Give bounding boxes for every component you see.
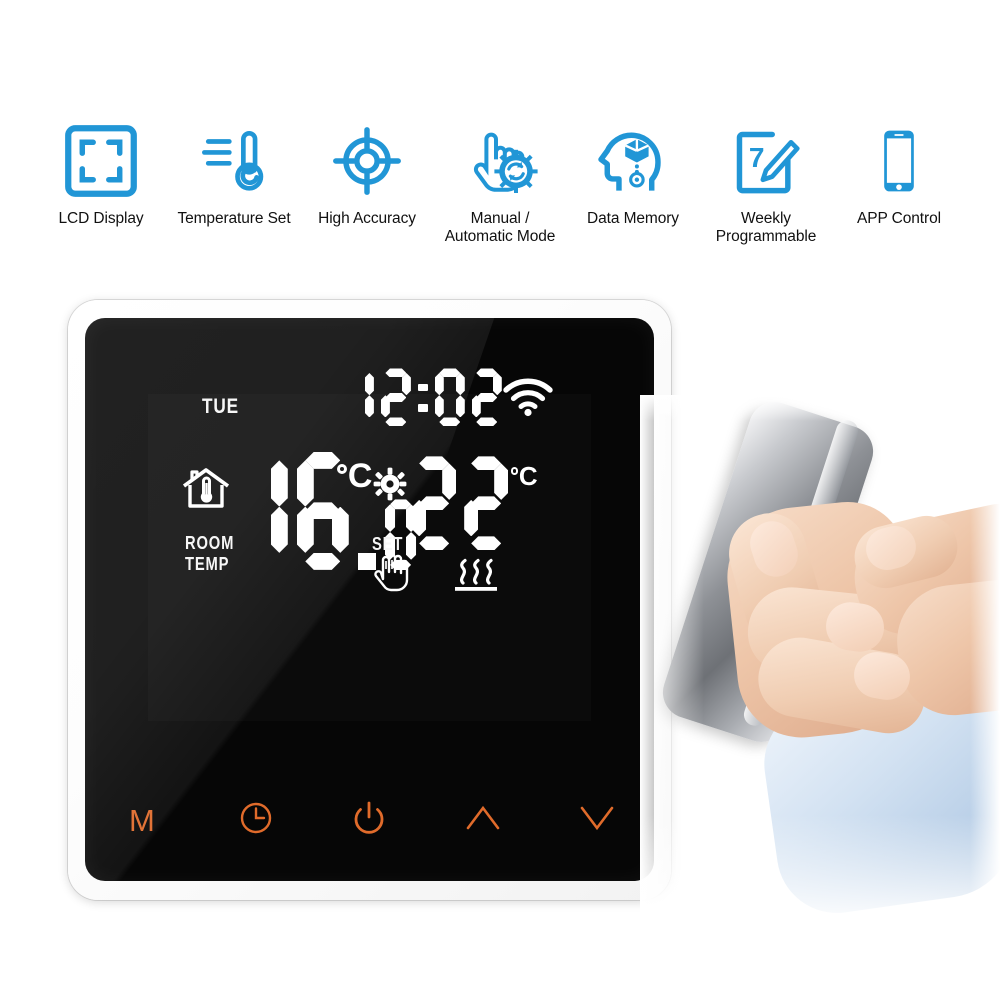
lcd-digit — [472, 368, 502, 426]
up-button[interactable] — [426, 784, 540, 857]
product-image: LCD Display Temperature Set High Accurac… — [0, 0, 1000, 1000]
smartphone-icon — [860, 118, 938, 204]
house-thermometer-icon — [181, 465, 231, 516]
clock-button[interactable] — [199, 784, 313, 857]
hand-holding-phone-photo — [640, 395, 1000, 925]
hand-gear-icon — [460, 118, 540, 204]
feature-lcd-display: LCD Display — [35, 118, 168, 228]
lcd-set-label: SET — [372, 534, 404, 555]
lcd-digit — [344, 368, 374, 426]
lcd-screen: TUE 12:02 — [85, 318, 654, 757]
down-button[interactable] — [540, 784, 654, 857]
manual-hand-icon — [373, 553, 409, 598]
feature-data-memory: Data Memory — [567, 118, 700, 228]
lcd-colon — [417, 368, 428, 426]
chevron-up-icon — [463, 803, 503, 838]
lcd-digit — [381, 368, 411, 426]
thermostat-glass-panel: TUE 12:02 — [85, 318, 654, 881]
feature-label: LCD Display — [58, 210, 144, 227]
feature-app-control: APP Control — [833, 118, 966, 228]
lcd-digit — [464, 456, 508, 550]
lcd-digit — [236, 452, 288, 570]
feature-label: Weekly Programmable — [715, 210, 817, 245]
power-button[interactable] — [313, 784, 427, 857]
lcd-clock — [344, 368, 502, 426]
thermometer-icon — [195, 118, 273, 204]
chevron-down-icon — [577, 803, 617, 838]
feature-label: APP Control — [857, 210, 941, 227]
feature-temperature-set: Temperature Set — [168, 118, 301, 228]
feature-label: Temperature Set — [177, 210, 291, 227]
feature-label: Manual / Automatic Mode — [444, 210, 556, 245]
head-memory-icon — [594, 118, 672, 204]
wifi-icon — [503, 377, 553, 422]
feature-label: High Accuracy — [318, 210, 416, 227]
lcd-set-temp-unit: C — [510, 463, 538, 489]
power-icon — [352, 800, 386, 841]
feature-high-accuracy: High Accuracy — [301, 118, 434, 228]
touch-button-row: M — [85, 784, 654, 857]
mode-button[interactable]: M — [85, 784, 199, 857]
lcd-set-temperature — [412, 456, 508, 550]
lcd-display-icon — [62, 118, 140, 204]
crosshair-target-icon — [328, 118, 406, 204]
lcd-weekday: TUE — [201, 394, 239, 418]
lcd-digit — [412, 456, 456, 550]
feature-label: Data Memory — [587, 210, 679, 227]
thermostat-device: TUE 12:02 — [68, 300, 671, 900]
feature-weekly-programmable: 7 Weekly Programmable — [700, 118, 833, 246]
clock-icon — [239, 801, 273, 840]
feature-manual-automatic-mode: Manual / Automatic Mode — [434, 118, 567, 246]
calendar-seven-pencil-icon: 7 — [727, 118, 805, 204]
lcd-room-temp-unit: C — [337, 459, 372, 493]
floor-heating-icon — [452, 555, 500, 600]
feature-strip: LCD Display Temperature Set High Accurac… — [0, 118, 1000, 268]
lcd-digit — [435, 368, 465, 426]
lcd-room-temp-label: ROOM TEMP — [184, 533, 234, 575]
gear-icon — [373, 467, 407, 506]
mode-button-label: M — [128, 803, 155, 839]
svg-text:7: 7 — [749, 142, 765, 173]
